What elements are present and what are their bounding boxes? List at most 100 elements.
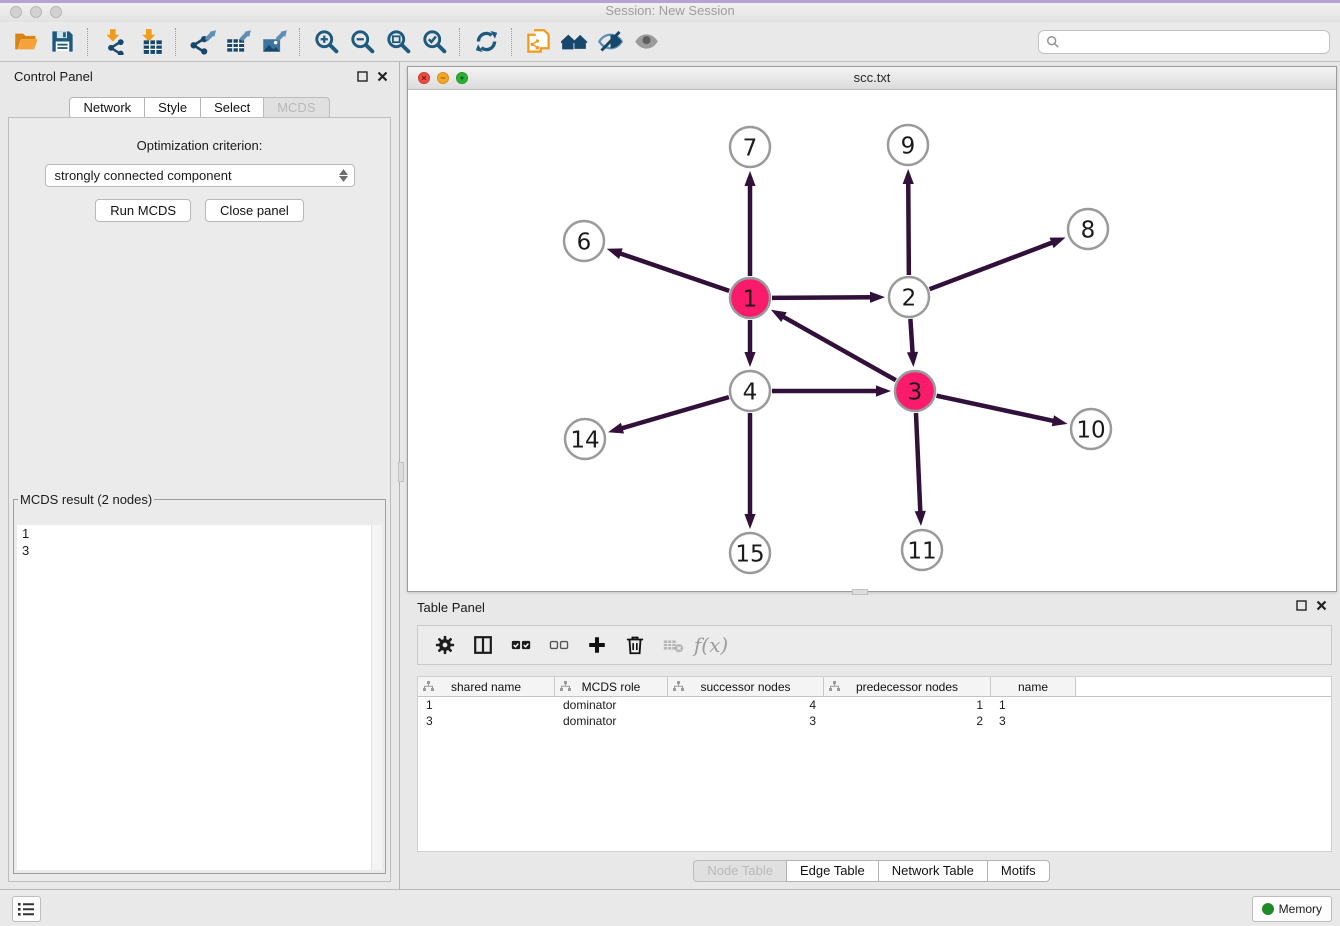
refresh-view-button[interactable] (468, 25, 504, 59)
status-bar: Memory (0, 889, 1340, 926)
close-table-panel-button[interactable] (1315, 599, 1328, 612)
panels-menu-button[interactable] (12, 896, 41, 922)
graph-node-11[interactable]: 11 (902, 530, 942, 570)
tab-edge-table[interactable]: Edge Table (786, 860, 879, 882)
graph-edge-2-9[interactable] (908, 181, 909, 275)
create-column-button[interactable] (580, 629, 614, 661)
table-panel: Table Panel (407, 595, 1336, 890)
select-all-columns-button[interactable] (504, 629, 538, 661)
table-cell-name[interactable]: 3 (991, 713, 1076, 729)
tab-network[interactable]: Network (69, 97, 145, 119)
column-header-successor-nodes[interactable]: successor nodes (668, 677, 824, 696)
table-row[interactable]: 1dominator411 (418, 697, 1331, 713)
export-table-button[interactable] (220, 25, 256, 59)
graph-edge-3-1[interactable] (781, 316, 895, 381)
graph-edge-3-10[interactable] (937, 396, 1056, 422)
graph-node-4[interactable]: 4 (730, 371, 770, 411)
export-network-button[interactable] (184, 25, 220, 59)
graph-node-15[interactable]: 15 (730, 533, 770, 573)
open-session-button[interactable] (8, 25, 44, 59)
save-session-button[interactable] (44, 25, 80, 59)
network-window-titlebar[interactable]: × − + scc.txt (408, 67, 1336, 90)
graph-node-7[interactable]: 7 (730, 127, 770, 167)
network-canvas[interactable]: 1 2 3 4 6 7 8 9 10 11 14 15 (408, 89, 1336, 591)
table-header-row: shared nameMCDS rolesuccessor nodesprede… (418, 677, 1331, 697)
memory-status-dot (1262, 903, 1274, 915)
graph-node-6[interactable]: 6 (564, 221, 604, 261)
table-cell-predecessor-nodes[interactable]: 1 (824, 697, 991, 713)
mcds-result-list[interactable]: 13 (17, 525, 382, 870)
graph-node-3[interactable]: 3 (895, 371, 935, 411)
float-table-panel-button[interactable] (1295, 599, 1308, 612)
import-table-button[interactable] (132, 25, 168, 59)
run-mcds-button[interactable]: Run MCDS (95, 199, 191, 222)
table-cell-shared-name[interactable]: 1 (418, 697, 555, 713)
home-view-button[interactable] (556, 25, 592, 59)
column-header-shared-name[interactable]: shared name (418, 677, 555, 696)
zoom-out-button[interactable] (344, 25, 380, 59)
column-header-predecessor-nodes[interactable]: predecessor nodes (824, 677, 991, 696)
delete-column-button[interactable] (618, 629, 652, 661)
table-cell-successor-nodes[interactable]: 3 (668, 713, 824, 729)
eye-slash-icon (597, 28, 624, 55)
graph-node-8[interactable]: 8 (1068, 209, 1108, 249)
tab-motifs[interactable]: Motifs (987, 860, 1050, 882)
criterion-select[interactable]: strongly connected component (45, 164, 355, 187)
table-cell-shared-name[interactable]: 3 (418, 713, 555, 729)
import-network-button[interactable] (96, 25, 132, 59)
graph-edge-1-2[interactable] (772, 297, 873, 298)
zoom-out-icon (349, 28, 376, 55)
column-header-mcds-role[interactable]: MCDS role (555, 677, 668, 696)
tab-select[interactable]: Select (200, 97, 264, 119)
tab-network-table[interactable]: Network Table (878, 860, 988, 882)
table-cell-mcds-role[interactable]: dominator (555, 697, 668, 713)
graph-node-10[interactable]: 10 (1071, 409, 1111, 449)
graph-edge-3-11[interactable] (916, 413, 920, 514)
graph-node-2[interactable]: 2 (889, 277, 929, 317)
tab-mcds[interactable]: MCDS (263, 97, 329, 119)
tab-style[interactable]: Style (144, 97, 201, 119)
column-header-name[interactable]: name (991, 677, 1076, 696)
graph-edge-4-14[interactable] (620, 397, 729, 429)
delete-table-button[interactable] (656, 629, 690, 661)
export-image-button[interactable] (256, 25, 292, 59)
table-cell-successor-nodes[interactable]: 4 (668, 697, 824, 713)
node-label: 9 (901, 133, 916, 159)
node-label: 1 (743, 286, 758, 312)
export-image-icon (261, 28, 288, 55)
result-scrollbar[interactable] (371, 525, 382, 870)
show-columns-button[interactable] (466, 629, 500, 661)
memory-button[interactable]: Memory (1252, 896, 1332, 922)
graph-node-9[interactable]: 9 (888, 125, 928, 165)
graph-edge-2-3[interactable] (910, 319, 912, 355)
search-input[interactable] (1064, 32, 1329, 52)
splitter-grip-vertical[interactable] (398, 462, 404, 482)
zoom-fit-button[interactable] (380, 25, 416, 59)
table-cell-name[interactable]: 1 (991, 697, 1076, 713)
graph-edge-1-6[interactable] (618, 253, 729, 291)
hide-selected-button[interactable] (592, 25, 628, 59)
attribute-type-icon (423, 681, 434, 692)
graph-node-14[interactable]: 14 (565, 419, 605, 459)
unselect-all-columns-button[interactable] (542, 629, 576, 661)
graph-edge-2-8[interactable] (930, 242, 1055, 289)
table-row[interactable]: 3dominator323 (418, 713, 1331, 729)
close-panel-button[interactable] (376, 70, 389, 83)
tab-node-table[interactable]: Node Table (693, 860, 787, 882)
function-builder-button[interactable]: f(x) (694, 629, 728, 661)
table-settings-button[interactable] (428, 629, 462, 661)
graph-node-1[interactable]: 1 (730, 278, 770, 318)
zoom-selected-icon (421, 28, 448, 55)
table-cell-predecessor-nodes[interactable]: 2 (824, 713, 991, 729)
table-toolbar: f(x) (417, 625, 1332, 665)
node-label: 11 (907, 538, 936, 564)
node-label: 10 (1076, 417, 1105, 443)
float-panel-button[interactable] (356, 70, 369, 83)
zoom-selected-button[interactable] (416, 25, 452, 59)
zoom-in-button[interactable] (308, 25, 344, 59)
close-panel-action-button[interactable]: Close panel (205, 199, 304, 222)
select-stepper-icon (336, 165, 352, 186)
show-all-button[interactable] (628, 25, 664, 59)
table-cell-mcds-role[interactable]: dominator (555, 713, 668, 729)
clone-network-button[interactable] (520, 25, 556, 59)
